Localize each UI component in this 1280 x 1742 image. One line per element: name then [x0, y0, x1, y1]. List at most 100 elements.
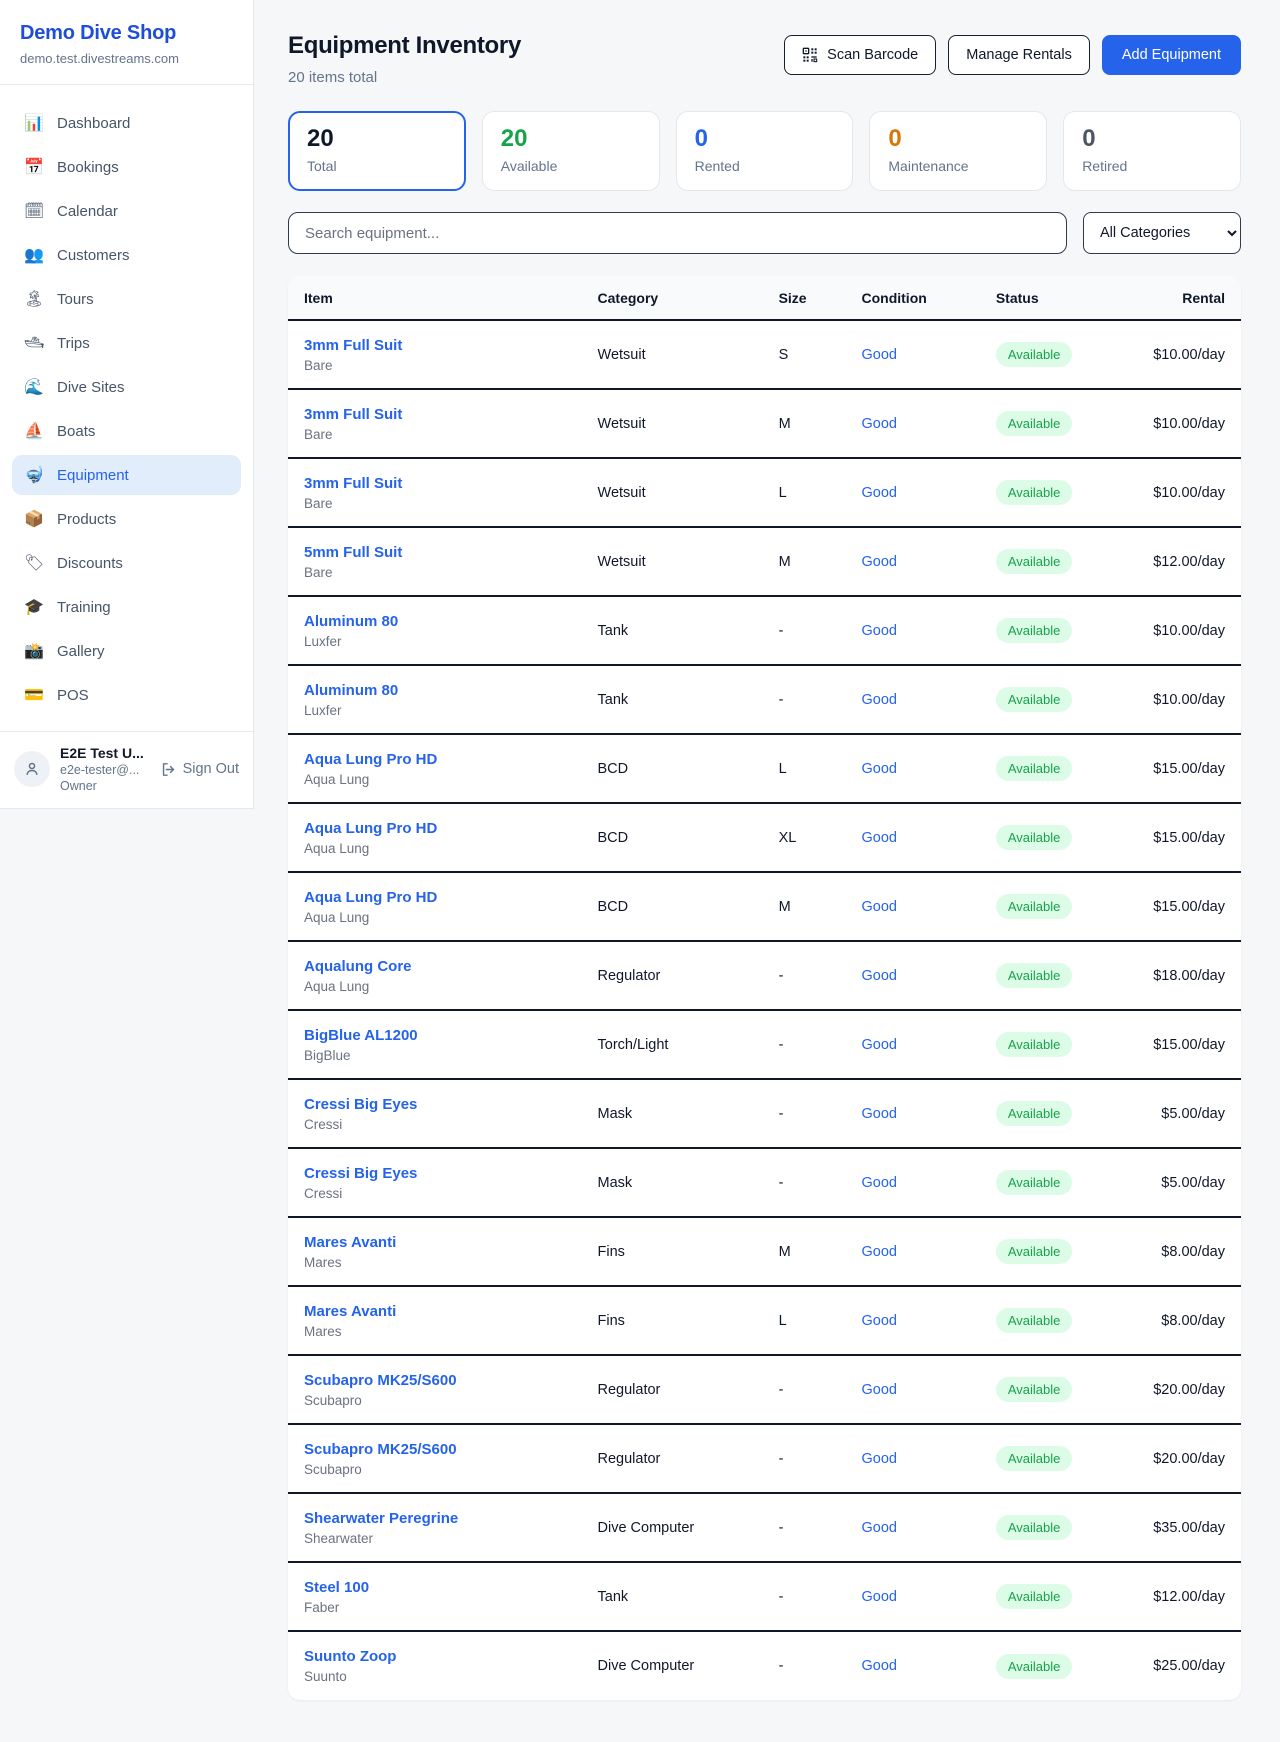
- sidebar-item-equipment[interactable]: 🤿 Equipment: [12, 455, 241, 495]
- search-input[interactable]: [288, 212, 1067, 254]
- item-name-link[interactable]: Suunto Zoop: [304, 1648, 566, 1665]
- sidebar-item-products[interactable]: 📦 Products: [12, 499, 241, 539]
- table-row: Aqualung Core Aqua Lung Regulator - Good…: [288, 941, 1241, 1010]
- item-name-link[interactable]: Cressi Big Eyes: [304, 1096, 566, 1113]
- item-condition-link[interactable]: Good: [861, 1037, 896, 1053]
- item-name-link[interactable]: 5mm Full Suit: [304, 544, 566, 561]
- brand-domain: demo.test.divestreams.com: [20, 51, 233, 66]
- user-meta: E2E Test U... e2e-tester@... Owner: [60, 745, 150, 793]
- sidebar-item-calendar[interactable]: 🗓 Calendar: [12, 191, 241, 231]
- item-name-link[interactable]: Mares Avanti: [304, 1234, 566, 1251]
- item-name-link[interactable]: Aluminum 80: [304, 613, 566, 630]
- filters-row: All Categories: [288, 212, 1241, 254]
- item-rental-rate: $10.00/day: [1136, 389, 1241, 458]
- logout-icon: [160, 761, 177, 778]
- item-condition-link[interactable]: Good: [861, 1175, 896, 1191]
- item-condition-link[interactable]: Good: [861, 1313, 896, 1329]
- sidebar-item-training[interactable]: 🎓 Training: [12, 587, 241, 627]
- status-badge: Available: [996, 1032, 1073, 1057]
- sidebar-item-label: Dive Sites: [57, 379, 125, 396]
- sidebar-item-label: Equipment: [57, 467, 129, 484]
- column-header-condition: Condition: [845, 276, 979, 320]
- stat-card-available[interactable]: 20 Available: [482, 111, 660, 191]
- sidebar-item-customers[interactable]: 👥 Customers: [12, 235, 241, 275]
- item-condition-link[interactable]: Good: [861, 1106, 896, 1122]
- sidebar-item-tours[interactable]: 🏝 Tours: [12, 279, 241, 319]
- item-name-link[interactable]: Cressi Big Eyes: [304, 1165, 566, 1182]
- item-name-link[interactable]: Aqua Lung Pro HD: [304, 751, 566, 768]
- item-condition-link[interactable]: Good: [861, 347, 896, 363]
- item-name-link[interactable]: 3mm Full Suit: [304, 406, 566, 423]
- item-condition-link[interactable]: Good: [861, 692, 896, 708]
- item-condition-link[interactable]: Good: [861, 1244, 896, 1260]
- item-condition-link[interactable]: Good: [861, 554, 896, 570]
- item-name-link[interactable]: Aqualung Core: [304, 958, 566, 975]
- status-badge: Available: [996, 1654, 1073, 1679]
- item-name-link[interactable]: BigBlue AL1200: [304, 1027, 566, 1044]
- item-rental-rate: $35.00/day: [1136, 1493, 1241, 1562]
- status-badge: Available: [996, 411, 1073, 436]
- motorboat-icon: 🛥: [24, 333, 44, 353]
- item-condition-link[interactable]: Good: [861, 623, 896, 639]
- item-condition-link[interactable]: Good: [861, 830, 896, 846]
- item-name-link[interactable]: Steel 100: [304, 1579, 566, 1596]
- item-name-link[interactable]: 3mm Full Suit: [304, 337, 566, 354]
- page-heading-block: Equipment Inventory 20 items total: [288, 32, 521, 86]
- sidebar-item-boats[interactable]: ⛵ Boats: [12, 411, 241, 451]
- item-condition-link[interactable]: Good: [861, 1520, 896, 1536]
- sign-out-button[interactable]: Sign Out: [160, 761, 239, 778]
- item-condition-link[interactable]: Good: [861, 761, 896, 777]
- item-brand: Faber: [304, 1600, 566, 1615]
- item-brand: Scubapro: [304, 1462, 566, 1477]
- item-name-link[interactable]: 3mm Full Suit: [304, 475, 566, 492]
- stat-card-total[interactable]: 20 Total: [288, 111, 466, 191]
- item-condition-link[interactable]: Good: [861, 416, 896, 432]
- stat-card-rented[interactable]: 0 Rented: [676, 111, 854, 191]
- item-name-link[interactable]: Aluminum 80: [304, 682, 566, 699]
- item-condition-link[interactable]: Good: [861, 968, 896, 984]
- table-row: Cressi Big Eyes Cressi Mask - Good Avail…: [288, 1148, 1241, 1217]
- item-rental-rate: $12.00/day: [1136, 527, 1241, 596]
- item-condition-link[interactable]: Good: [861, 485, 896, 501]
- status-badge: Available: [996, 894, 1073, 919]
- item-name-link[interactable]: Shearwater Peregrine: [304, 1510, 566, 1527]
- add-equipment-button[interactable]: Add Equipment: [1102, 35, 1241, 75]
- item-category: Tank: [582, 665, 763, 734]
- table-row: Aluminum 80 Luxfer Tank - Good Available…: [288, 596, 1241, 665]
- equipment-table: Item Category Size Condition Status Rent…: [288, 276, 1241, 1700]
- scan-barcode-button[interactable]: Scan Barcode: [784, 35, 936, 75]
- item-condition-link[interactable]: Good: [861, 1589, 896, 1605]
- sidebar-item-trips[interactable]: 🛥 Trips: [12, 323, 241, 363]
- item-brand: Mares: [304, 1324, 566, 1339]
- item-condition-link[interactable]: Good: [861, 899, 896, 915]
- item-rental-rate: $8.00/day: [1136, 1286, 1241, 1355]
- sidebar-item-gallery[interactable]: 📸 Gallery: [12, 631, 241, 671]
- sidebar-item-discounts[interactable]: 🏷 Discounts: [12, 543, 241, 583]
- item-name-link[interactable]: Aqua Lung Pro HD: [304, 820, 566, 837]
- sidebar-item-bookings[interactable]: 📅 Bookings: [12, 147, 241, 187]
- stat-label: Rented: [695, 158, 835, 174]
- barcode-scan-icon: [802, 47, 818, 63]
- item-condition-link[interactable]: Good: [861, 1382, 896, 1398]
- stats-row: 20 Total 20 Available 0 Rented 0 Mainten…: [288, 111, 1241, 191]
- item-brand: Aqua Lung: [304, 979, 566, 994]
- manage-rentals-button[interactable]: Manage Rentals: [948, 35, 1090, 75]
- stat-card-maintenance[interactable]: 0 Maintenance: [869, 111, 1047, 191]
- sidebar-item-pos[interactable]: 💳 POS: [12, 675, 241, 715]
- item-rental-rate: $10.00/day: [1136, 665, 1241, 734]
- item-size: L: [763, 1286, 846, 1355]
- item-condition-link[interactable]: Good: [861, 1451, 896, 1467]
- category-select[interactable]: All Categories: [1083, 212, 1241, 254]
- item-name-link[interactable]: Aqua Lung Pro HD: [304, 889, 566, 906]
- sidebar-item-dive-sites[interactable]: 🌊 Dive Sites: [12, 367, 241, 407]
- stat-card-retired[interactable]: 0 Retired: [1063, 111, 1241, 191]
- page-header: Equipment Inventory 20 items total Scan …: [288, 32, 1241, 86]
- table-body: 3mm Full Suit Bare Wetsuit S Good Availa…: [288, 320, 1241, 1700]
- column-header-category: Category: [582, 276, 763, 320]
- item-name-link[interactable]: Scubapro MK25/S600: [304, 1441, 566, 1458]
- sidebar-item-dashboard[interactable]: 📊 Dashboard: [12, 103, 241, 143]
- item-name-link[interactable]: Scubapro MK25/S600: [304, 1372, 566, 1389]
- table-row: Aqua Lung Pro HD Aqua Lung BCD XL Good A…: [288, 803, 1241, 872]
- item-condition-link[interactable]: Good: [861, 1658, 896, 1674]
- item-name-link[interactable]: Mares Avanti: [304, 1303, 566, 1320]
